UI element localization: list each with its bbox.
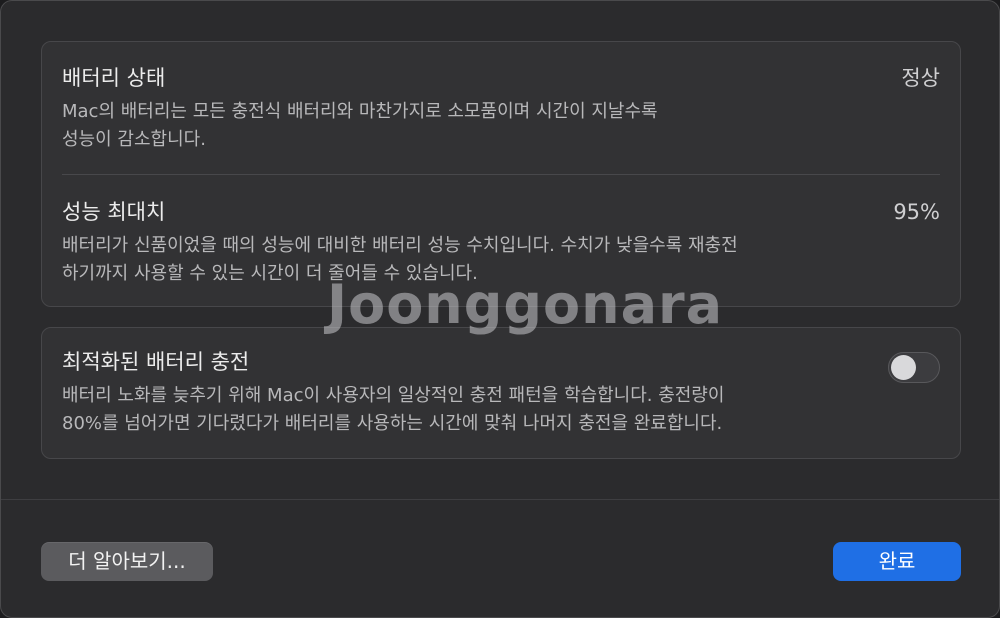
maximum-capacity-value: 95%	[893, 200, 940, 224]
toggle-knob	[891, 355, 916, 380]
group-divider	[62, 174, 940, 175]
optimized-charging-row: 최적화된 배터리 충전 배터리 노화를 늦추기 위해 Mac이 사용자의 일상적…	[62, 348, 940, 448]
optimized-charging-description: 배터리 노화를 늦추기 위해 Mac이 사용자의 일상적인 충전 패턴을 학습합…	[62, 382, 852, 438]
battery-status-value: 정상	[901, 66, 940, 90]
maximum-capacity-title: 성능 최대치	[62, 200, 166, 224]
optimized-charging-group: 최적화된 배터리 충전 배터리 노화를 늦추기 위해 Mac이 사용자의 일상적…	[41, 327, 961, 459]
optimized-charging-toggle[interactable]	[888, 352, 940, 383]
battery-status-row: 배터리 상태 정상 Mac의 배터리는 모든 충전식 배터리와 마찬가지로 소모…	[62, 64, 940, 174]
optimized-charging-description-line: 배터리 노화를 늦추기 위해 Mac이 사용자의 일상적인 충전 패턴을 학습합…	[62, 385, 725, 406]
battery-health-group: 배터리 상태 정상 Mac의 배터리는 모든 충전식 배터리와 마찬가지로 소모…	[41, 41, 961, 307]
battery-status-description-line: Mac의 배터리는 모든 충전식 배터리와 마찬가지로 소모품이며 시간이 지날…	[62, 101, 658, 122]
learn-more-button[interactable]: 더 알아보기...	[41, 542, 213, 581]
optimized-charging-title: 최적화된 배터리 충전	[62, 350, 250, 374]
done-button[interactable]: 완료	[833, 542, 961, 581]
maximum-capacity-description-line: 배터리가 신품이었을 때의 성능에 대비한 배터리 성능 수치입니다. 수치가 …	[62, 235, 738, 256]
battery-status-title: 배터리 상태	[62, 66, 166, 90]
maximum-capacity-description: 배터리가 신품이었을 때의 성능에 대비한 배터리 성능 수치입니다. 수치가 …	[62, 232, 852, 288]
footer-divider	[1, 499, 999, 500]
maximum-capacity-description-line: 하기까지 사용할 수 있는 시간이 더 줄어들 수 있습니다.	[62, 263, 478, 284]
maximum-capacity-row: 성능 최대치 95% 배터리가 신품이었을 때의 성능에 대비한 배터리 성능 …	[62, 198, 940, 308]
optimized-charging-description-line: 80%를 넘어가면 기다렸다가 배터리를 사용하는 시간에 맞춰 나머지 충전을…	[62, 413, 723, 434]
battery-status-description-line: 성능이 감소합니다.	[62, 129, 206, 150]
battery-health-dialog: 배터리 상태 정상 Mac의 배터리는 모든 충전식 배터리와 마찬가지로 소모…	[0, 0, 1000, 618]
battery-status-description: Mac의 배터리는 모든 충전식 배터리와 마찬가지로 소모품이며 시간이 지날…	[62, 98, 852, 154]
